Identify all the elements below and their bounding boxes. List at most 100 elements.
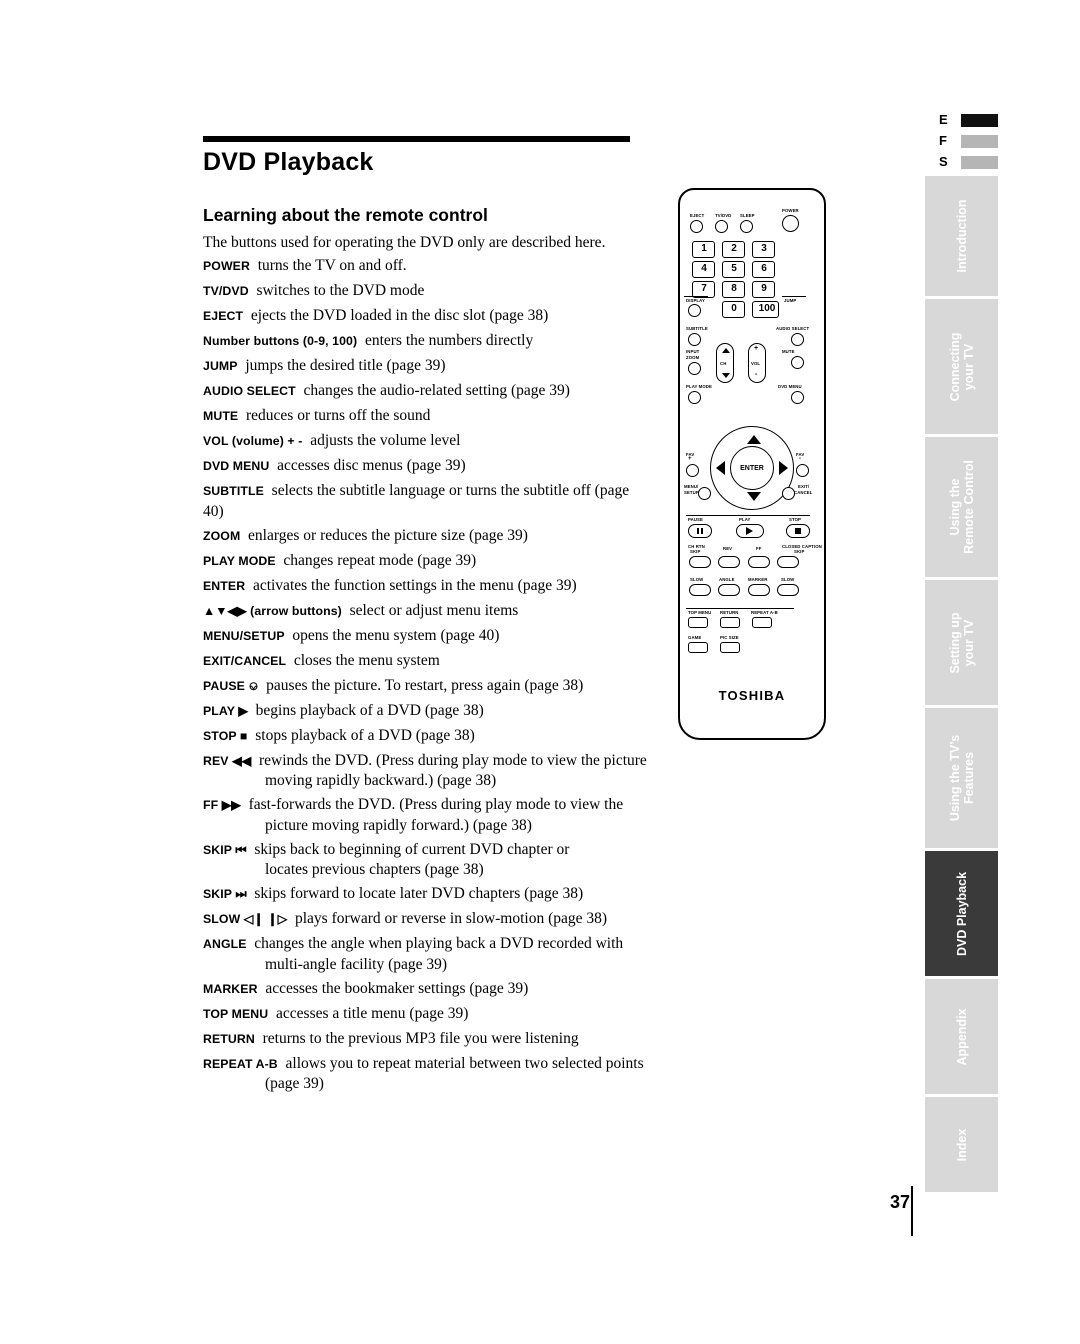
side-tab-connecting-your-tv[interactable]: Connecting your TV [925, 299, 998, 434]
definition-text: stops playback of a DVD (page 38) [255, 726, 475, 744]
remote-marker-button [748, 584, 770, 596]
definition-row: ▲▼◀▶ (arrow buttons) select or adjust me… [203, 601, 653, 622]
remote-label-slow-left: SLOW [690, 577, 704, 582]
definition-list: POWER turns the TV on and off. TV/DVD swi… [203, 256, 653, 1098]
definition-text-continued: moving rapidly backward.) (page 38) [265, 772, 497, 789]
remote-number-2-label: 2 [731, 243, 737, 254]
definition-key: SKIP ⏮ [203, 842, 247, 857]
remote-number-100-label: 100 [758, 303, 776, 314]
efs-row-s: S [925, 154, 998, 170]
definition-key: FF ▶▶ [203, 798, 241, 812]
side-tab-dvd-playback[interactable]: DVD Playback [925, 851, 998, 976]
definition-row: EXIT/CANCEL closes the menu system [203, 651, 653, 672]
definition-row: ENTER activates the function settings in… [203, 576, 653, 597]
definition-key: REV ◀◀ [203, 753, 252, 768]
definition-key: REPEAT A-B [203, 1056, 278, 1071]
page-title: DVD Playback [203, 148, 374, 176]
remote-pause-button [688, 524, 712, 538]
definition-key: Number buttons (0-9, 100) [203, 334, 358, 348]
definition-text: returns to the previous MP3 file you wer… [262, 1029, 579, 1047]
definition-key: AUDIO SELECT [203, 384, 296, 398]
definition-text: reduces or turns off the sound [246, 407, 431, 424]
definition-text: begins playback of a DVD (page 38) [255, 701, 484, 719]
remote-top-menu-button [688, 617, 708, 628]
definition-key: ANGLE [203, 937, 247, 951]
definition-key: MARKER [203, 981, 258, 996]
definition-key: VOL (volume) + - [203, 434, 303, 448]
remote-label-game: GAME [688, 635, 702, 640]
side-tab-introduction[interactable]: Introduction [925, 176, 998, 296]
definition-key: SKIP ⏭ [203, 887, 247, 901]
definition-row: SUBTITLE selects the subtitle language o… [203, 481, 653, 521]
remote-eject-button [690, 220, 703, 233]
pause-icon-bar-1 [697, 528, 699, 534]
definition-row: PLAY ▶ begins playback of a DVD (page 38… [203, 701, 653, 722]
definition-text: enters the numbers directly [364, 332, 534, 349]
definition-row: FF ▶▶ fast-forwards the DVD. (Press duri… [203, 795, 653, 835]
efs-row-f: F [925, 133, 998, 149]
remote-label-jump: JUMP [784, 298, 797, 303]
definition-key: ▲▼◀▶ (arrow buttons) [203, 603, 342, 618]
definition-row: RETURN returns to the previous MP3 file … [203, 1029, 653, 1050]
remote-label-exit-cancel-1: EXIT/ [798, 484, 810, 489]
definition-row: ZOOM enlarges or reduces the picture siz… [203, 526, 653, 547]
definition-row: MENU/SETUP opens the menu system (page 4… [203, 626, 653, 647]
definition-text: accesses a title menu (page 39) [276, 1004, 469, 1022]
remote-label-cc-skip-2: SKIP [794, 549, 805, 554]
definition-row: STOP ■ stops playback of a DVD (page 38) [203, 726, 653, 747]
definition-row: PLAY MODE changes repeat mode (page 39) [203, 551, 653, 572]
side-tab-appendix[interactable]: Appendix [925, 979, 998, 1094]
definition-text-continued: locates previous chapters (page 38) [265, 861, 484, 878]
definition-text: changes repeat mode (page 39) [283, 551, 477, 569]
remote-number-9-label: 9 [761, 283, 767, 294]
remote-label-stop: STOP [789, 517, 802, 522]
remote-input-zoom-button [688, 362, 701, 375]
definition-text: pauses the picture. To restart, press ag… [266, 676, 584, 694]
efs-bar-s [961, 156, 998, 169]
remote-label-slow-right: SLOW [781, 577, 795, 582]
remote-ff-button [748, 556, 770, 568]
title-rule [203, 136, 630, 142]
dpad-right-icon [779, 461, 788, 475]
remote-sleep-button [740, 220, 753, 233]
definition-text: opens the menu system (page 40) [292, 626, 500, 644]
side-tab-using-the-tv-s-features[interactable]: Using the TV’s Features [925, 708, 998, 848]
definition-text: enlarges or reduces the picture size (pa… [248, 526, 528, 544]
remote-number-6-label: 6 [761, 263, 767, 274]
remote-label-rev: REV [723, 546, 733, 551]
remote-game-button [688, 642, 708, 653]
definition-key: PLAY MODE [203, 553, 276, 568]
remote-label-audio-select: AUDIO SELECT [776, 326, 810, 331]
definition-key: ZOOM [203, 528, 241, 543]
side-tab-using-the-remote-control[interactable]: Using the Remote Control [925, 437, 998, 577]
side-tab-index[interactable]: Index [925, 1097, 998, 1192]
definition-text-continued: picture moving rapidly forward.) (page 3… [265, 816, 532, 834]
remote-label-menu-setup-2: SETUP [684, 490, 699, 495]
remote-label-tvdvd: TV/DVD [715, 213, 732, 218]
remote-label-input: INPUT [686, 349, 700, 354]
side-tab-label: Index [954, 1128, 969, 1161]
definition-key: TOP MENU [203, 1006, 269, 1021]
remote-divider-4 [686, 608, 794, 610]
remote-slow-forward-button [777, 584, 799, 596]
remote-divider-1 [684, 296, 708, 298]
remote-mute-button [791, 356, 804, 369]
remote-rev-button [718, 556, 740, 568]
remote-exit-cancel-button [782, 487, 795, 500]
dpad-down-icon [747, 492, 761, 501]
definition-row: PAUSE ⎉ pauses the picture. To restart, … [203, 676, 653, 697]
definition-text: adjusts the volume level [310, 432, 461, 449]
side-tab-label: Setting up your TV [947, 611, 976, 674]
remote-divider-3 [686, 515, 810, 517]
definition-key: RETURN [203, 1031, 255, 1046]
definition-text: rewinds the DVD. (Press during play mode… [258, 751, 647, 769]
side-tab-label: DVD Playback [954, 871, 969, 956]
remote-skip-forward-button [777, 556, 799, 568]
remote-skip-back-button [689, 556, 711, 568]
definition-row: TOP MENU accesses a title menu (page 39) [203, 1004, 653, 1025]
side-tab-label: Using the TV’s Features [947, 734, 976, 822]
side-tab-setting-up-your-tv[interactable]: Setting up your TV [925, 580, 998, 705]
definition-text: accesses disc menus (page 39) [277, 457, 466, 474]
definition-key: EJECT [203, 309, 244, 323]
definition-key: EXIT/CANCEL [203, 653, 287, 668]
